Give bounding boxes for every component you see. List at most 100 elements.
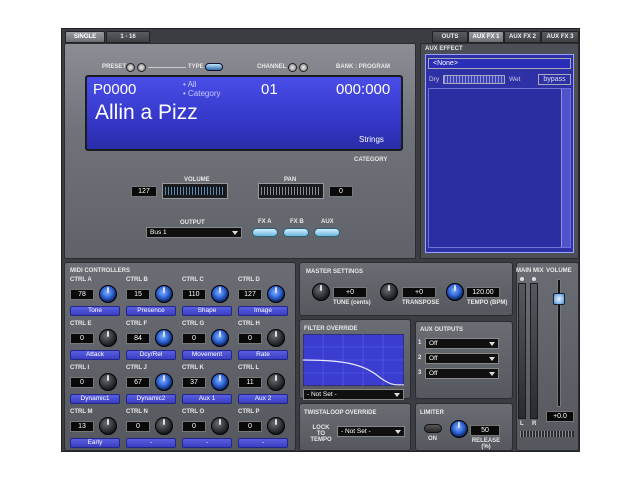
filter-override-select[interactable]: - Not Set - xyxy=(303,389,404,400)
aux-button[interactable] xyxy=(314,228,340,237)
tab-aux-fx-3[interactable]: AUX FX 3 xyxy=(541,31,579,43)
midi-control: CTRL J 67 Dynamic2 xyxy=(124,363,180,407)
fx-a-button[interactable] xyxy=(252,228,278,237)
tempo-label: TEMPO (BPM) xyxy=(467,300,508,306)
pan-slider[interactable] xyxy=(258,183,324,199)
ctrl-knob[interactable] xyxy=(267,285,285,303)
program-display: P0000 • All • Category 01 000:000 Allin … xyxy=(85,75,403,151)
ctrl-knob[interactable] xyxy=(155,285,173,303)
tab-outs[interactable]: OUTS xyxy=(432,31,468,43)
ctrl-name-label[interactable]: Movement xyxy=(182,350,232,360)
tempo-knob[interactable] xyxy=(446,283,464,301)
tab-range[interactable]: 1 - 16 xyxy=(106,31,150,43)
transpose-value[interactable]: +0 xyxy=(402,287,436,298)
ctrl-value[interactable]: 127 xyxy=(238,289,262,300)
limiter-on-button[interactable] xyxy=(424,424,442,433)
tab-aux-fx-1[interactable]: AUX FX 1 xyxy=(468,31,504,43)
ctrl-value[interactable]: 0 xyxy=(126,421,150,432)
ctrl-name-label[interactable]: - xyxy=(126,438,176,448)
ctrl-knob[interactable] xyxy=(99,373,117,391)
effect-scrollbar[interactable] xyxy=(561,89,570,247)
aux-output-1-select[interactable]: Off xyxy=(425,338,499,349)
release-value[interactable]: 50 xyxy=(470,425,500,436)
preset-code: P0000 xyxy=(93,81,137,98)
ctrl-name-label[interactable]: Dcy/Rel xyxy=(126,350,176,360)
ctrl-value[interactable]: 0 xyxy=(182,333,206,344)
ctrl-knob[interactable] xyxy=(99,329,117,347)
ctrl-name-label[interactable]: Aux 1 xyxy=(182,394,232,404)
volume-slider[interactable] xyxy=(162,183,228,199)
tempo-value[interactable]: 120.00 xyxy=(466,287,500,298)
ctrl-value[interactable]: 0 xyxy=(238,421,262,432)
channel-down-button[interactable] xyxy=(288,63,297,72)
preset-down-button[interactable] xyxy=(126,63,135,72)
ctrl-value[interactable]: 0 xyxy=(70,333,94,344)
ctrl-name-label[interactable]: Rate xyxy=(238,350,288,360)
ctrl-value[interactable]: 84 xyxy=(126,333,150,344)
main-volume-value[interactable]: +0.0 xyxy=(546,411,574,422)
pan-value[interactable]: 0 xyxy=(329,186,353,197)
ctrl-knob[interactable] xyxy=(211,285,229,303)
ctrl-value[interactable]: 0 xyxy=(182,421,206,432)
ctrl-name-label[interactable]: Presence xyxy=(126,306,176,316)
ctrl-value[interactable]: 13 xyxy=(70,421,94,432)
fx-b-button[interactable] xyxy=(283,228,309,237)
ctrl-knob[interactable] xyxy=(267,373,285,391)
ctrl-name-label[interactable]: Early xyxy=(70,438,120,448)
ctrl-knob[interactable] xyxy=(211,417,229,435)
ctrl-name-label[interactable]: - xyxy=(182,438,232,448)
ctrl-name-label[interactable]: Aux 2 xyxy=(238,394,288,404)
release-knob[interactable] xyxy=(450,420,468,438)
preset-up-button[interactable] xyxy=(137,63,146,72)
ctrl-name-label[interactable]: Image xyxy=(238,306,288,316)
type-toggle[interactable] xyxy=(205,63,223,71)
ctrl-knob[interactable] xyxy=(155,373,173,391)
tab-single[interactable]: SINGLE xyxy=(65,31,105,43)
output-select[interactable]: Bus 1 xyxy=(146,227,242,238)
ctrl-knob[interactable] xyxy=(267,417,285,435)
ctrl-knob[interactable] xyxy=(99,285,117,303)
transpose-knob[interactable] xyxy=(380,283,398,301)
filter-curve-display[interactable] xyxy=(303,334,404,386)
ctrl-value[interactable]: 37 xyxy=(182,377,206,388)
tune-value[interactable]: +0 xyxy=(333,287,367,298)
ctrl-name-label[interactable]: Attack xyxy=(70,350,120,360)
bypass-button[interactable]: bypass xyxy=(538,74,571,85)
aux-output-2-select[interactable]: Off xyxy=(425,353,499,364)
twistaloop-select[interactable]: - Not Set - xyxy=(337,426,405,437)
volume-mix-label: VOLUME xyxy=(546,268,572,274)
ctrl-knob[interactable] xyxy=(211,373,229,391)
aux-output-3-select[interactable]: Off xyxy=(425,368,499,379)
ctrl-name-label[interactable]: Tone xyxy=(70,306,120,316)
ctrl-knob[interactable] xyxy=(211,329,229,347)
aux-effect-display: <None> Dry Wet bypass xyxy=(425,54,574,253)
ctrl-knob[interactable] xyxy=(155,417,173,435)
ctrl-value[interactable]: 0 xyxy=(70,377,94,388)
ctrl-name-label[interactable]: - xyxy=(238,438,288,448)
ctrl-name-label[interactable]: Shape xyxy=(182,306,232,316)
ctrl-knob[interactable] xyxy=(99,417,117,435)
filter-all[interactable]: • All xyxy=(183,80,196,89)
filter-override-label: FILTER OVERRIDE xyxy=(304,326,358,332)
ctrl-knob[interactable] xyxy=(267,329,285,347)
ctrl-value[interactable]: 110 xyxy=(182,289,206,300)
ctrl-value[interactable]: 11 xyxy=(238,377,262,388)
aux-effect-select[interactable]: <None> xyxy=(428,58,571,69)
wet-label: Wet xyxy=(509,76,521,83)
volume-fader-thumb[interactable] xyxy=(553,293,565,305)
volume-value[interactable]: 127 xyxy=(131,186,157,197)
tune-knob[interactable] xyxy=(312,283,330,301)
ctrl-value[interactable]: 15 xyxy=(126,289,150,300)
dry-wet-slider[interactable] xyxy=(443,75,505,84)
ctrl-knob[interactable] xyxy=(155,329,173,347)
ctrl-value[interactable]: 67 xyxy=(126,377,150,388)
tab-aux-fx-2[interactable]: AUX FX 2 xyxy=(504,31,541,43)
filter-category[interactable]: • Category xyxy=(183,89,220,98)
ctrl-value[interactable]: 0 xyxy=(238,333,262,344)
ctrl-label: CTRL E xyxy=(70,321,92,327)
type-label: TYPE xyxy=(188,64,204,70)
channel-up-button[interactable] xyxy=(299,63,308,72)
ctrl-value[interactable]: 78 xyxy=(70,289,94,300)
ctrl-name-label[interactable]: Dynamic2 xyxy=(126,394,176,404)
ctrl-name-label[interactable]: Dynamic1 xyxy=(70,394,120,404)
